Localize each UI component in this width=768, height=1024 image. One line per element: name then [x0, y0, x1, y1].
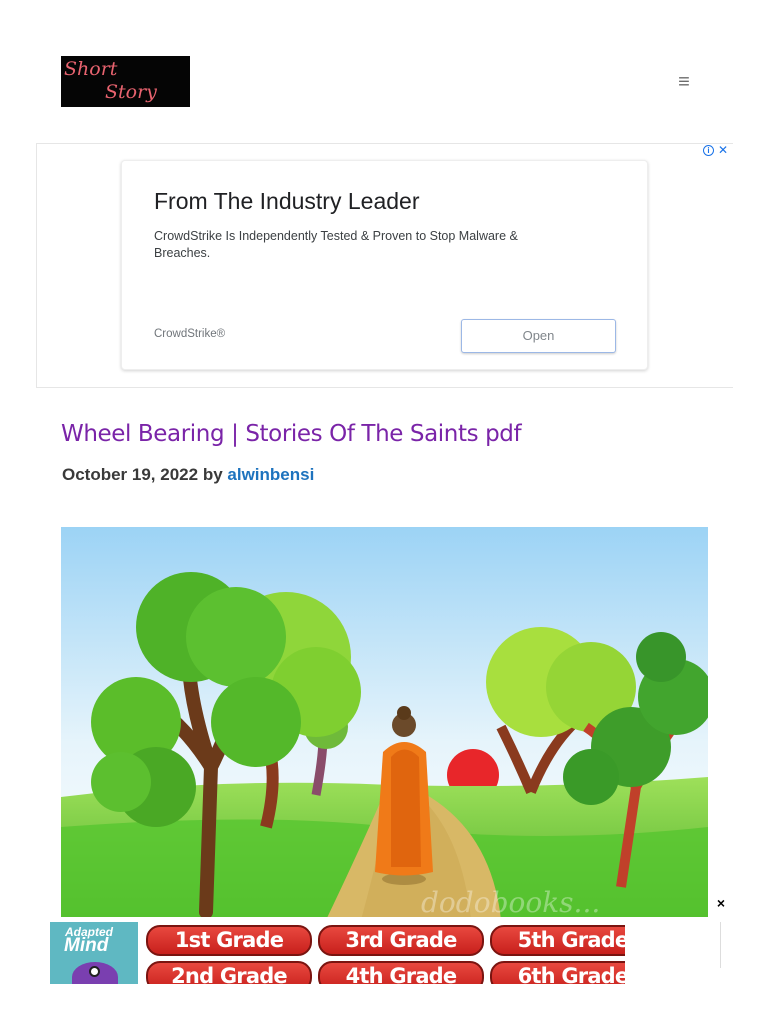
grade-buttons: 1st Grade 3rd Grade 5th Grade 2nd Grade …	[139, 922, 625, 984]
ad-open-button[interactable]: Open	[461, 319, 616, 353]
grade-button-3rd[interactable]: 3rd Grade	[318, 925, 484, 956]
mascot-eye-icon	[89, 966, 100, 977]
sticky-ad-close-icon[interactable]: ×	[710, 891, 732, 915]
info-icon[interactable]: i	[703, 144, 714, 156]
sticky-ad-side-slot	[629, 922, 721, 968]
ad-advertiser: CrowdStrike®	[154, 328, 226, 340]
featured-image: dodobooks...	[61, 527, 708, 920]
logo-text-story: Story	[105, 81, 157, 103]
grade-button-1st[interactable]: 1st Grade	[146, 925, 312, 956]
hamburger-menu-icon[interactable]: ≡	[672, 70, 696, 94]
grade-button-6th[interactable]: 6th Grade	[490, 961, 625, 984]
post-meta: October 19, 2022 by alwinbensi	[62, 465, 314, 485]
grade-button-5th[interactable]: 5th Grade	[490, 925, 625, 956]
logo-text-short: Short	[64, 58, 118, 80]
ad-card[interactable]: From The Industry Leader CrowdStrike Is …	[121, 160, 648, 370]
adapted-mind-text-2: Mind	[64, 935, 109, 956]
ad-choices[interactable]: i ✕	[703, 143, 728, 157]
site-logo[interactable]: Short Story	[61, 56, 190, 107]
post-author-link[interactable]: alwinbensi	[227, 465, 314, 484]
adapted-mind-logo[interactable]: Adapted Mind	[50, 922, 138, 984]
ad-description: CrowdStrike Is Independently Tested & Pr…	[154, 229, 518, 260]
sticky-bottom-ad: × Adapted Mind 1st Grade 3rd Grade 5th G…	[0, 891, 768, 1024]
post-title[interactable]: Wheel Bearing | Stories Of The Saints pd…	[61, 421, 522, 447]
grade-button-4th[interactable]: 4th Grade	[318, 961, 484, 984]
grade-button-2nd[interactable]: 2nd Grade	[146, 961, 312, 984]
ad-title: From The Industry Leader	[154, 188, 420, 214]
post-by: by	[202, 465, 223, 484]
post-date: October 19, 2022	[62, 465, 199, 484]
close-icon[interactable]: ✕	[718, 143, 728, 157]
